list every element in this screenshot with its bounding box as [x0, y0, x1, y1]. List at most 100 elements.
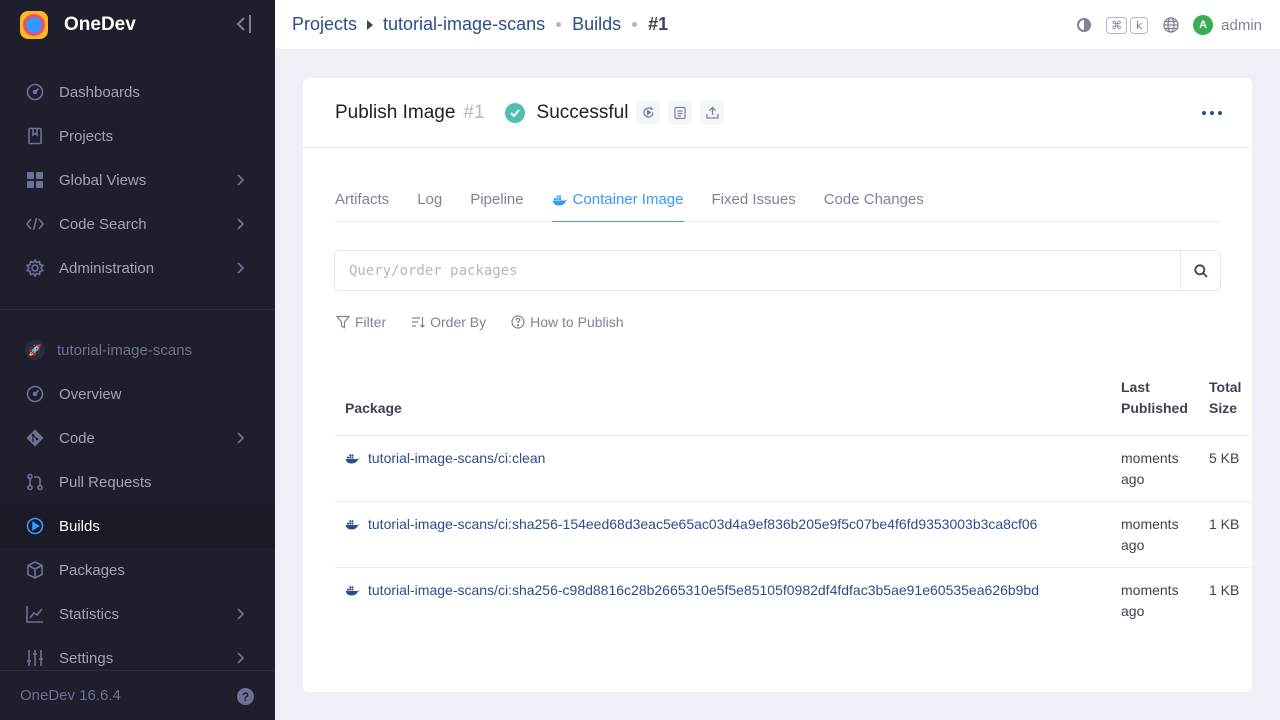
dark-mode-toggle-icon[interactable]: [1077, 18, 1092, 32]
sidebar-footer: OneDev 16.6.4 ?: [0, 670, 275, 720]
package-link[interactable]: tutorial-image-scans/ci:sha256-c98d8816c…: [345, 580, 1101, 601]
help-icon[interactable]: ?: [237, 688, 254, 705]
breadcrumb-builds[interactable]: Builds: [572, 14, 621, 35]
sidebar-item-label: Builds: [59, 517, 100, 535]
filter-button[interactable]: Filter: [336, 314, 386, 330]
project-name-label: tutorial-image-scans: [57, 341, 193, 359]
build-number: #1: [463, 101, 485, 123]
search-button[interactable]: [1180, 251, 1220, 290]
breadcrumb-build-number: #1: [648, 14, 669, 34]
sidebar-item-label: Administration: [59, 259, 155, 277]
sidebar-item-label: Global Views: [59, 171, 147, 189]
rocket-icon: 🚀: [25, 340, 45, 360]
sidebar-item-dashboards[interactable]: Dashboards: [0, 70, 275, 114]
package-query-input[interactable]: [335, 251, 1180, 290]
sliders-icon: [25, 648, 45, 668]
chevron-right-icon: [237, 262, 245, 274]
total-size-cell: 5 KB: [1199, 435, 1252, 502]
order-by-button[interactable]: Order By: [411, 314, 486, 330]
breadcrumb-projects[interactable]: Projects: [292, 14, 357, 35]
how-to-publish-label: How to Publish: [530, 314, 624, 330]
collapse-sidebar-icon[interactable]: [233, 13, 253, 35]
upload-icon[interactable]: [700, 100, 725, 125]
more-actions-icon[interactable]: [1202, 104, 1222, 122]
cell-text: moments: [1121, 516, 1179, 532]
sidebar-item-label: Code: [59, 429, 95, 447]
sidebar-item-code[interactable]: Code: [0, 416, 275, 460]
sidebar-item-packages[interactable]: Packages: [0, 548, 275, 592]
sidebar-item-label: Dashboards: [59, 83, 140, 101]
chevron-right-icon: [237, 432, 245, 444]
sidebar-item-label: Packages: [59, 561, 125, 579]
tab-container-image[interactable]: Container Image: [551, 185, 684, 222]
breadcrumb-project[interactable]: tutorial-image-scans: [383, 14, 545, 35]
last-published-cell: moments ago: [1111, 501, 1199, 568]
tab-code-changes[interactable]: Code Changes: [824, 185, 924, 222]
sidebar-item-global-views[interactable]: Global Views: [0, 158, 275, 202]
k-key-icon[interactable]: k: [1130, 16, 1149, 34]
rebuild-icon[interactable]: [636, 100, 661, 125]
globe-icon[interactable]: [1163, 17, 1179, 33]
cell-text: ago: [1121, 603, 1145, 619]
package-link[interactable]: tutorial-image-scans/ci:clean: [345, 448, 1101, 469]
chart-icon: [25, 604, 45, 624]
chevron-right-icon: [237, 652, 245, 664]
tab-artifacts[interactable]: Artifacts: [335, 185, 389, 222]
code-icon: [25, 214, 45, 234]
sidebar-item-statistics[interactable]: Statistics: [0, 592, 275, 636]
docker-icon: [345, 454, 360, 464]
sidebar-item-overview[interactable]: Overview: [0, 372, 275, 416]
topbar: Projects tutorial-image-scans Builds #1 …: [275, 0, 1280, 50]
dashboard-icon: [25, 384, 45, 404]
sidebar-item-builds[interactable]: Builds: [0, 504, 275, 548]
topbar-actions: ⌘ k A admin: [1077, 0, 1262, 50]
gear-icon: [25, 258, 45, 278]
total-size-cell: 1 KB: [1199, 501, 1252, 568]
package-cell: tutorial-image-scans/ci:clean: [335, 435, 1111, 502]
play-icon: [25, 516, 45, 536]
onedev-logo-icon[interactable]: [20, 11, 48, 39]
question-circle-icon: [511, 315, 525, 329]
clipboard-icon[interactable]: [668, 100, 693, 125]
sidebar-item-label: Statistics: [59, 605, 120, 623]
command-key-icon[interactable]: ⌘: [1106, 16, 1128, 34]
column-header-last-published[interactable]: Last Published: [1111, 365, 1199, 436]
tab-log[interactable]: Log: [417, 185, 442, 222]
sidebar-item-projects[interactable]: Projects: [0, 114, 275, 158]
user-name[interactable]: admin: [1221, 17, 1262, 34]
how-to-publish-button[interactable]: How to Publish: [511, 314, 624, 330]
total-size-cell: 1 KB: [1209, 582, 1240, 598]
build-title: Publish Image: [335, 101, 456, 123]
sidebar-item-code-search[interactable]: Code Search: [0, 202, 275, 246]
sidebar-item-label: Overview: [59, 385, 122, 403]
tab-pipeline[interactable]: Pipeline: [470, 185, 523, 222]
filter-label: Filter: [355, 314, 387, 330]
sidebar-item-label: Settings: [59, 649, 114, 667]
build-header: Publish Image #1 Successful: [303, 78, 1252, 148]
sidebar-item-pull-requests[interactable]: Pull Requests: [0, 460, 275, 504]
order-by-label: Order By: [430, 314, 487, 330]
global-nav: Dashboards Projects Global Views Code Se…: [0, 50, 275, 290]
docker-icon: [345, 586, 360, 596]
cell-text: moments: [1121, 582, 1179, 598]
package-toolbar: Filter Order By How to Publish: [336, 314, 649, 330]
package-name: tutorial-image-scans/ci:clean: [368, 450, 546, 466]
sidebar-item-administration[interactable]: Administration: [0, 246, 275, 290]
package-name: tutorial-image-scans/ci:sha256-154eed68d…: [368, 516, 1038, 532]
column-header-package[interactable]: Package: [335, 365, 1111, 436]
build-status: Successful: [536, 101, 629, 123]
table-row: tutorial-image-scans/ci:sha256-c98d8816c…: [335, 568, 1252, 634]
last-published-cell: moments ago: [1111, 435, 1199, 502]
avatar[interactable]: A: [1193, 15, 1214, 35]
brand-name[interactable]: OneDev: [64, 14, 136, 36]
sidebar-project-name[interactable]: 🚀 tutorial-image-scans: [0, 328, 275, 372]
tab-fixed-issues[interactable]: Fixed Issues: [712, 185, 796, 222]
header-text: Published: [1121, 400, 1188, 416]
column-header-total-size[interactable]: Total Size: [1199, 365, 1252, 436]
version-label[interactable]: OneDev 16.6.4: [20, 687, 121, 704]
dashboard-icon: [25, 82, 45, 102]
sidebar-item-label: Pull Requests: [59, 473, 152, 491]
check-circle-icon: [504, 102, 525, 123]
chevron-right-icon: [237, 608, 245, 620]
package-link[interactable]: tutorial-image-scans/ci:sha256-154eed68d…: [345, 514, 1101, 535]
